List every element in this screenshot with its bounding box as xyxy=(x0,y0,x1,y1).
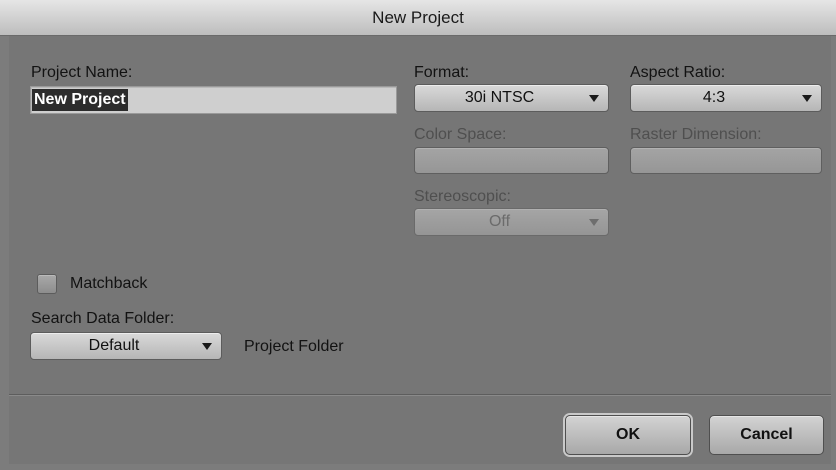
project-name-input[interactable]: New Project xyxy=(30,86,397,114)
raster-dimension-label: Raster Dimension: xyxy=(630,126,762,143)
matchback-checkbox[interactable] xyxy=(37,274,57,294)
project-name-label: Project Name: xyxy=(31,64,133,81)
chevron-down-icon xyxy=(802,95,812,102)
aspect-ratio-label: Aspect Ratio: xyxy=(630,64,726,81)
search-data-folder-dropdown[interactable]: Default xyxy=(30,332,222,360)
stereoscopic-dropdown: Off xyxy=(414,208,609,236)
search-data-folder-label: Search Data Folder: xyxy=(31,310,175,327)
project-folder-label: Project Folder xyxy=(244,338,344,355)
aspect-ratio-value: 4:3 xyxy=(702,89,726,106)
chevron-down-icon xyxy=(589,219,599,226)
format-label: Format: xyxy=(414,64,470,81)
color-space-label: Color Space: xyxy=(414,126,507,143)
project-name-value: New Project xyxy=(32,89,128,111)
format-value: 30i NTSC xyxy=(464,89,535,106)
search-data-folder-value: Default xyxy=(88,337,140,354)
raster-dimension-field xyxy=(630,147,822,174)
ok-button[interactable]: OK xyxy=(565,415,691,455)
stereoscopic-value: Off xyxy=(488,213,511,230)
color-space-field xyxy=(414,147,609,174)
stereoscopic-label: Stereoscopic: xyxy=(414,188,511,205)
chevron-down-icon xyxy=(589,95,599,102)
new-project-dialog: Project Name: New Project Format: 30i NT… xyxy=(9,36,831,464)
cancel-button[interactable]: Cancel xyxy=(709,415,824,455)
aspect-ratio-dropdown[interactable]: 4:3 xyxy=(630,84,822,112)
format-dropdown[interactable]: 30i NTSC xyxy=(414,84,609,112)
footer-divider xyxy=(9,394,831,395)
matchback-label: Matchback xyxy=(70,275,148,292)
window-title-bar: New Project xyxy=(0,0,836,36)
chevron-down-icon xyxy=(202,343,212,350)
window-title: New Project xyxy=(372,8,464,27)
